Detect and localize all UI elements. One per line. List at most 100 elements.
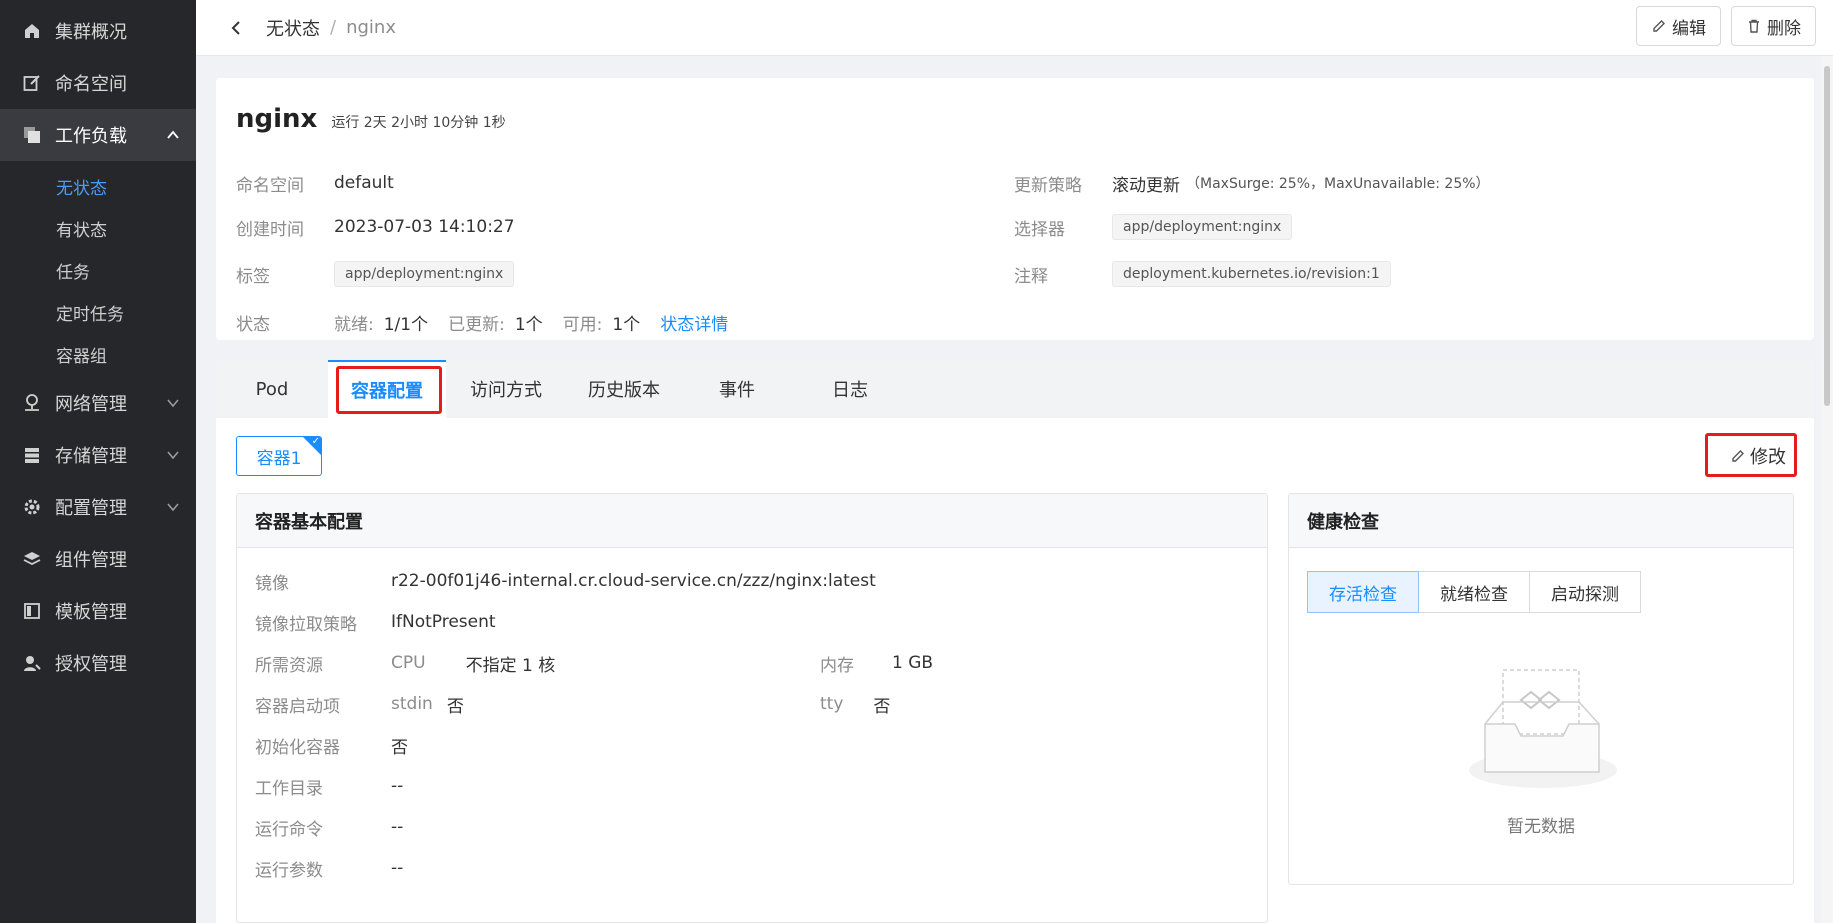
- sidebar-item-config[interactable]: 配置管理: [0, 481, 196, 533]
- readiness-tab[interactable]: 就绪检查: [1418, 571, 1530, 613]
- edit-square-icon: [22, 73, 42, 93]
- tty-label: tty: [820, 694, 844, 714]
- page-scrollbar[interactable]: [1821, 56, 1833, 923]
- annotation-tag: deployment.kubernetes.io/revision:1: [1112, 261, 1391, 287]
- updated-label: 已更新:: [448, 314, 505, 335]
- namespace-field: 命名空间 default: [236, 168, 394, 198]
- command-label: 运行命令: [255, 819, 323, 840]
- resources-row: 所需资源 CPU 不指定 1 核: [255, 648, 555, 678]
- sidebar-subitem-job[interactable]: 任务: [0, 249, 196, 291]
- edit-button-label: 编辑: [1672, 18, 1706, 39]
- health-check-panel: 健康检查 存活检查 就绪检查 启动探测 暂无数据: [1288, 493, 1794, 885]
- tab-events[interactable]: 事件: [682, 360, 792, 418]
- available-label: 可用:: [562, 314, 603, 335]
- strategy-label: 更新策略: [1014, 175, 1082, 196]
- pencil-icon: [1732, 450, 1744, 462]
- updated-value: 1个: [514, 314, 543, 335]
- tab-logs[interactable]: 日志: [792, 360, 908, 418]
- user-key-icon: [22, 653, 42, 673]
- workdir-value: --: [391, 776, 404, 796]
- sidebar-item-workload[interactable]: 工作负载: [0, 109, 196, 161]
- sidebar-item-components[interactable]: 组件管理: [0, 533, 196, 585]
- back-button[interactable]: [216, 8, 256, 48]
- health-check-title: 健康检查: [1289, 494, 1793, 548]
- selector-label: 选择器: [1014, 219, 1065, 240]
- status-detail-link[interactable]: 状态详情: [660, 310, 728, 335]
- label-tag: app/deployment:nginx: [334, 261, 515, 287]
- args-value: --: [391, 858, 404, 878]
- tty-row: tty 否: [820, 689, 890, 719]
- startup-probe-tab[interactable]: 启动探测: [1529, 571, 1641, 613]
- delete-button[interactable]: 删除: [1731, 6, 1816, 46]
- workdir-row: 工作目录 --: [255, 771, 403, 801]
- startup-row: 容器启动项 stdin 否: [255, 689, 464, 719]
- args-row: 运行参数 --: [255, 853, 403, 883]
- title-row: nginx 运行 2天 2小时 10分钟 1秒: [236, 104, 506, 134]
- chevron-down-icon: [167, 503, 179, 512]
- sidebar-item-network[interactable]: 网络管理: [0, 377, 196, 429]
- namespace-value: default: [334, 173, 394, 193]
- selector-field: 选择器 app/deployment:nginx: [1014, 212, 1293, 242]
- breadcrumb-current: nginx: [346, 17, 396, 38]
- network-icon: [22, 393, 42, 413]
- database-icon: [22, 445, 42, 465]
- detail-section: Pod 容器配置 访问方式 历史版本 事件 日志 容器1 ✓ 修改 容器基本配置…: [216, 360, 1814, 923]
- modify-button-label: 修改: [1750, 447, 1786, 468]
- memory-row: 内存 1 GB: [820, 648, 933, 678]
- page-title: nginx: [236, 104, 318, 134]
- sidebar-item-label: 组件管理: [55, 550, 127, 571]
- created-field: 创建时间 2023-07-03 14:10:27: [236, 212, 515, 242]
- image-label: 镜像: [255, 573, 289, 594]
- chevron-down-icon: [167, 399, 179, 408]
- tab-history[interactable]: 历史版本: [566, 360, 682, 418]
- empty-text: 暂无数据: [1507, 817, 1575, 837]
- cpu-value: 不指定 1 核: [465, 655, 556, 676]
- check-icon: ✓: [311, 436, 320, 447]
- pencil-icon: [1653, 20, 1665, 32]
- sidebar-item-label: 集群概况: [55, 22, 127, 43]
- top-bar: 无状态 / nginx 编辑 删除: [196, 0, 1833, 56]
- liveness-tab[interactable]: 存活检查: [1307, 571, 1419, 613]
- breadcrumb-parent[interactable]: 无状态: [266, 15, 320, 41]
- ready-label: 就绪:: [334, 314, 374, 335]
- stdin-label: stdin: [391, 694, 433, 714]
- sidebar-item-label: 授权管理: [55, 654, 127, 675]
- basic-config-title: 容器基本配置: [237, 494, 1267, 548]
- modify-button[interactable]: 修改: [1722, 438, 1794, 474]
- sidebar-item-storage[interactable]: 存储管理: [0, 429, 196, 481]
- sidebar-subitem-statefulset[interactable]: 有状态: [0, 207, 196, 249]
- sidebar-item-templates[interactable]: 模板管理: [0, 585, 196, 637]
- pull-policy-row: 镜像拉取策略 IfNotPresent: [255, 607, 496, 637]
- sidebar-subitem-cronjob[interactable]: 定时任务: [0, 291, 196, 333]
- selector-tag: app/deployment:nginx: [1112, 214, 1293, 240]
- labels-field: 标签 app/deployment:nginx: [236, 259, 515, 289]
- cpu-label: CPU: [391, 653, 426, 673]
- resources-label: 所需资源: [255, 655, 323, 676]
- layout-icon: [22, 601, 42, 621]
- sidebar-subitem-pod[interactable]: 容器组: [0, 333, 196, 375]
- sidebar-item-label: 工作负载: [55, 126, 127, 147]
- edit-button[interactable]: 编辑: [1636, 6, 1721, 46]
- ready-value: 1/1个: [383, 314, 429, 335]
- sidebar-subitem-deployment[interactable]: 无状态: [0, 165, 196, 207]
- detail-tabs: Pod 容器配置 访问方式 历史版本 事件 日志: [216, 360, 1814, 418]
- sidebar-item-cluster-overview[interactable]: 集群概况: [0, 5, 196, 57]
- available-value: 1个: [612, 314, 641, 335]
- container-chip[interactable]: 容器1 ✓: [236, 436, 322, 476]
- sidebar-item-authorization[interactable]: 授权管理: [0, 637, 196, 689]
- init-label: 初始化容器: [255, 737, 340, 758]
- tab-pod[interactable]: Pod: [216, 360, 328, 418]
- tab-container-config[interactable]: 容器配置: [328, 360, 446, 418]
- health-check-tabs: 存活检查 就绪检查 启动探测: [1307, 571, 1641, 613]
- chevron-up-icon: [167, 130, 179, 139]
- sidebar-item-namespace[interactable]: 命名空间: [0, 57, 196, 109]
- init-row: 初始化容器 否: [255, 730, 408, 760]
- scrollbar-thumb[interactable]: [1824, 66, 1830, 406]
- basic-config-panel: 容器基本配置 镜像 r22-00f01j46-internal.cr.cloud…: [236, 493, 1268, 923]
- tab-access[interactable]: 访问方式: [446, 360, 566, 418]
- workdir-label: 工作目录: [255, 778, 323, 799]
- status-label: 状态: [236, 314, 270, 335]
- strategy-field: 更新策略 滚动更新 （MaxSurge: 25%，MaxUnavailable:…: [1014, 168, 1490, 198]
- home-icon: [22, 21, 42, 41]
- breadcrumb: 无状态 / nginx: [256, 15, 396, 41]
